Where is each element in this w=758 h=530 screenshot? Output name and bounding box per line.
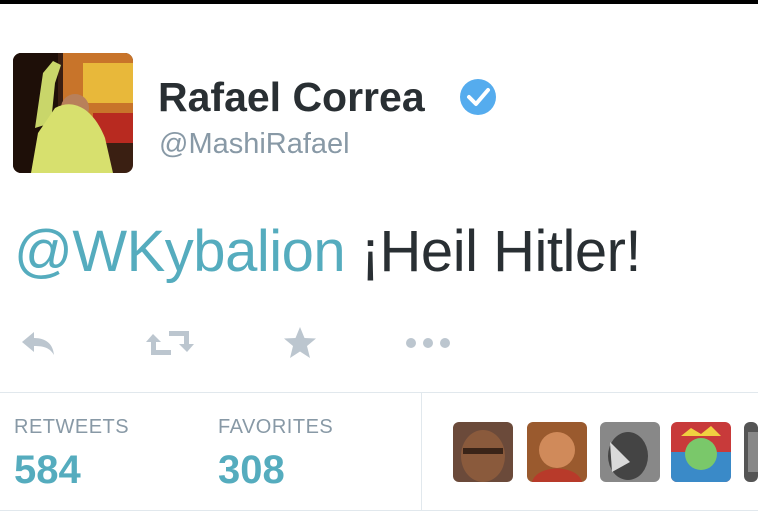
top-border — [0, 0, 758, 4]
favoriter-avatar[interactable] — [453, 422, 513, 482]
user-name[interactable]: Rafael Correa — [158, 74, 425, 121]
divider-vertical — [421, 393, 422, 510]
favorites-label: FAVORITES — [218, 416, 334, 438]
favorites-count[interactable]: 308 — [218, 448, 285, 493]
reply-icon — [22, 332, 54, 355]
star-icon — [284, 327, 316, 358]
tweet-text: @WKybalion ¡Heil Hitler! — [14, 218, 642, 285]
verified-icon — [460, 79, 496, 115]
favoriter-avatar[interactable] — [671, 422, 731, 482]
divider — [0, 392, 758, 393]
favorite-button[interactable] — [282, 320, 318, 366]
favoriter-avatar[interactable] — [744, 422, 758, 482]
avatar[interactable] — [13, 53, 133, 173]
favoriter-avatar[interactable] — [527, 422, 587, 482]
tweet-body: ¡Heil Hitler! — [360, 219, 642, 284]
more-button[interactable] — [403, 320, 453, 366]
favoriter-avatar[interactable] — [600, 422, 660, 482]
tweet-mention[interactable]: @WKybalion — [14, 219, 346, 284]
retweet-icon — [146, 331, 194, 355]
more-icon — [406, 338, 450, 348]
retweet-button[interactable] — [145, 320, 195, 366]
retweets-label: RETWEETS — [14, 416, 130, 438]
retweets-count[interactable]: 584 — [14, 448, 81, 493]
tweet-actions — [0, 320, 758, 366]
user-handle[interactable]: @MashiRafael — [159, 128, 350, 161]
divider — [0, 510, 758, 511]
reply-button[interactable] — [18, 320, 58, 366]
